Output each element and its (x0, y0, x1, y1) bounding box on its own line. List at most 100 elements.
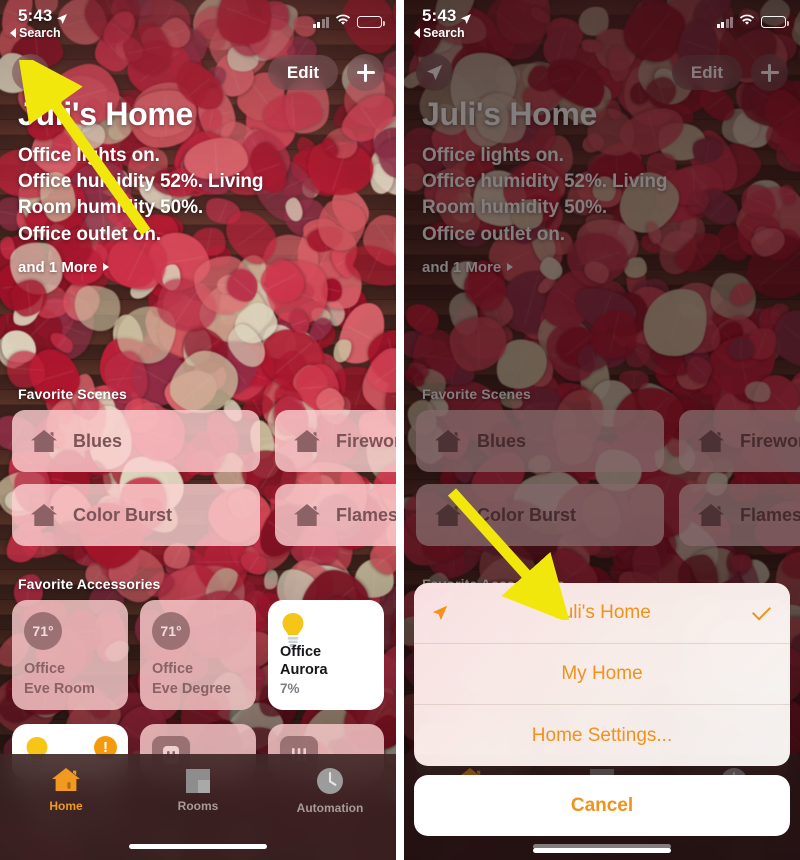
page-title: Juli's Home (422, 96, 598, 132)
page-title: Juli's Home (18, 96, 194, 132)
accessory-device: Eve Room (24, 680, 95, 697)
location-arrow-icon (56, 10, 68, 24)
temperature-badge: 71° (152, 612, 190, 650)
status-bar-indicators (716, 13, 789, 31)
favorite-scenes-heading: Favorite Scenes (18, 386, 127, 402)
scene-tile[interactable]: Firework (275, 410, 397, 472)
edit-button[interactable]: Edit (267, 55, 339, 90)
house-icon (696, 502, 726, 528)
location-arrow-icon (431, 604, 449, 622)
home-status-summary: Office lights on. Office humidity 52%. L… (18, 143, 382, 247)
scene-tile[interactable]: Blues (416, 410, 664, 472)
tab-rooms[interactable]: Rooms (132, 766, 264, 813)
action-sheet-label: My Home (561, 663, 643, 684)
checkmark-icon (751, 600, 772, 621)
edit-button[interactable]: Edit (671, 55, 743, 90)
accessory-row: 71° Office Eve Room 71° Office Eve Degre… (12, 600, 396, 710)
scene-tile[interactable]: Color Burst (416, 484, 664, 546)
status-line: Room humidity 50%. (18, 197, 204, 219)
accessory-room: Office (24, 660, 66, 677)
scene-tile[interactable]: Flames (275, 484, 397, 546)
chevron-left-icon (10, 28, 16, 38)
accessory-room: Office (152, 660, 194, 677)
show-more-status-link[interactable]: and 1 More (422, 259, 514, 276)
status-line: Office humidity 52%. Living (18, 171, 264, 193)
action-sheet-row-my-home[interactable]: My Home (414, 644, 791, 705)
screenshot-stage: 5:43 Search Edit Juli's Home Office ligh… (0, 0, 800, 860)
home-hero: Juli's Home Office lights on. Office hum… (18, 96, 382, 277)
accessory-device: Aurora (280, 662, 328, 678)
back-label: Search (423, 26, 465, 40)
scene-tile[interactable]: Blues (12, 410, 260, 472)
accessory-room: Office (280, 643, 322, 660)
status-bar: 5:43 Search (404, 0, 800, 46)
scene-label: Color Burst (477, 504, 576, 525)
status-bar-time-group: 5:43 (18, 6, 68, 26)
home-indicator (533, 847, 671, 853)
house-icon (433, 428, 463, 454)
action-sheet-row-julis-home[interactable]: Juli's Home (414, 583, 791, 644)
back-label: Search (19, 26, 61, 40)
back-to-search-button[interactable]: Search (10, 26, 61, 40)
tab-home[interactable]: Home (0, 766, 132, 813)
status-line: Room humidity 50%. (422, 197, 608, 219)
favorite-accessories-grid: 71° Office Eve Room 71° Office Eve Degre… (12, 600, 396, 722)
home-header-controls: Edit (0, 52, 396, 96)
house-icon (29, 428, 59, 454)
home-indicator (129, 843, 267, 849)
scene-tile[interactable]: Color Burst (12, 484, 260, 546)
location-arrow-icon (22, 64, 39, 81)
wifi-icon (335, 13, 351, 31)
wifi-icon (739, 13, 755, 31)
tab-label: Automation (296, 801, 364, 815)
plus-icon (356, 63, 375, 82)
temperature-badge: 71° (24, 612, 62, 650)
cellular-signal-icon (716, 16, 734, 28)
left-phone-screen: 5:43 Search Edit Juli's Home Office ligh… (0, 0, 397, 860)
scene-tile[interactable]: Firework (679, 410, 800, 472)
tab-automation[interactable]: Automation (264, 766, 396, 815)
scene-label: Blues (477, 430, 527, 451)
favorite-scenes-grid: Blues Firework Color Burst (416, 410, 800, 558)
scene-label: Blues (73, 430, 123, 451)
cellular-signal-icon (312, 16, 330, 28)
chevron-right-icon (507, 263, 514, 272)
favorite-accessories-heading: Favorite Accessories (18, 576, 161, 592)
status-bar-indicators (312, 13, 385, 31)
battery-icon (357, 16, 385, 28)
home-selection-action-sheet: Juli's Home My Home Home Settings... Can… (414, 583, 791, 853)
action-sheet-label: Juli's Home (553, 602, 651, 623)
scene-tile[interactable]: Flames (679, 484, 800, 546)
home-selector-button[interactable] (416, 54, 453, 91)
right-phone-screen: 5:43 Search Edit Juli's Home Office ligh… (404, 0, 800, 860)
home-selector-button[interactable] (12, 54, 49, 91)
status-bar: 5:43 Search (0, 0, 396, 46)
action-sheet-options: Juli's Home My Home Home Settings... (414, 583, 791, 766)
action-sheet-row-home-settings[interactable]: Home Settings... (414, 705, 790, 766)
show-more-status-link[interactable]: and 1 More (18, 258, 110, 276)
status-line: Office lights on. (422, 144, 564, 166)
home-status-summary: Office lights on. Office humidity 52%. L… (422, 143, 786, 247)
scene-label: Flames (740, 504, 800, 525)
cancel-button[interactable]: Cancel (414, 775, 791, 836)
add-accessory-button[interactable] (751, 54, 789, 91)
accessory-tile[interactable]: 71° Office Eve Room (12, 600, 128, 710)
show-more-label: and 1 More (18, 258, 98, 276)
house-icon (433, 502, 463, 528)
accessory-tile-active[interactable]: Office Aurora 7% (268, 600, 384, 710)
accessory-brightness: 7% (280, 681, 300, 697)
status-line: Office lights on. (18, 144, 160, 166)
scene-row: Color Burst Flames (12, 484, 397, 546)
chevron-right-icon (103, 263, 110, 272)
house-icon (292, 502, 322, 528)
add-accessory-button[interactable] (347, 54, 385, 91)
location-arrow-icon (460, 10, 472, 24)
status-bar-time-group: 5:43 (422, 6, 472, 26)
action-sheet-label: Home Settings... (531, 724, 673, 746)
tab-bar: Home Rooms Automation (0, 754, 397, 860)
status-line: Office humidity 52%. Living (422, 171, 668, 193)
back-to-search-button[interactable]: Search (414, 26, 465, 40)
accessory-tile[interactable]: 71° Office Eve Degree (140, 600, 256, 710)
accessory-name: Office Eve Room (24, 660, 120, 698)
status-bar-time: 5:43 (422, 6, 457, 25)
